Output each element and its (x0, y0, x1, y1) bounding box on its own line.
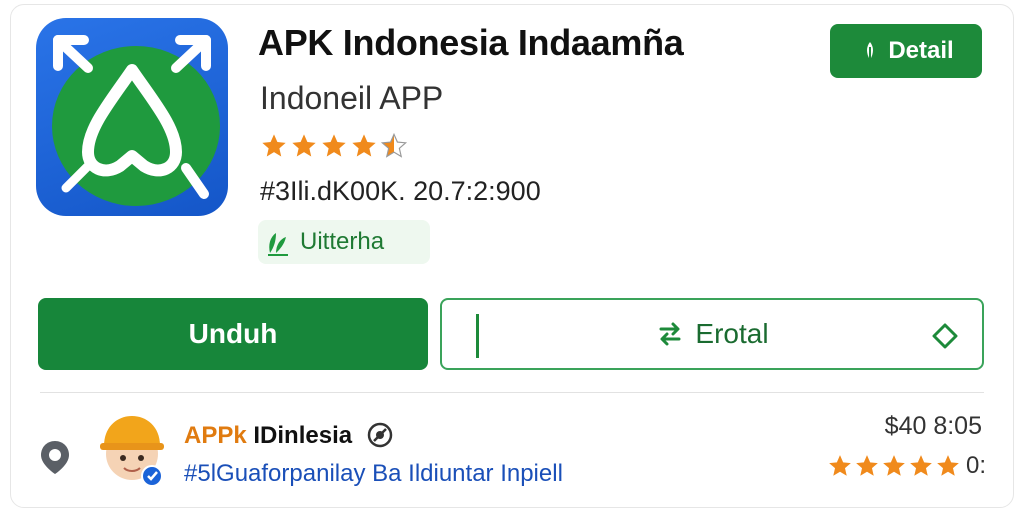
developer-rating: 0: (827, 452, 986, 480)
star-icon (829, 455, 851, 476)
star-icon (856, 455, 878, 476)
app-title: APK Indonesia Indaamña (258, 22, 684, 63)
star-icon (262, 134, 286, 157)
location-pin-icon[interactable] (36, 438, 74, 476)
detail-button-label: Detail (888, 37, 954, 64)
swap-icon (659, 322, 681, 346)
app-rating (260, 132, 408, 160)
divider (40, 392, 984, 393)
developer-name-main: IDinlesia (253, 422, 353, 449)
star-icon (352, 134, 376, 157)
text-cursor (476, 314, 479, 358)
secondary-button[interactable]: Erotal (440, 298, 984, 370)
developer-name[interactable]: APPk IDinlesia (184, 422, 393, 450)
status-badge: Uitterha (258, 220, 430, 264)
download-button-label: Unduh (188, 318, 278, 349)
verified-leaf-icon (268, 233, 288, 256)
avatar[interactable] (96, 410, 168, 486)
app-meta: #3Ili.dK00K. 20.7:2:900 (260, 176, 541, 206)
star-icon (910, 455, 932, 476)
leaf-icon (867, 42, 874, 60)
star-icon (322, 134, 346, 157)
developer-rating-value: 0: (965, 452, 986, 479)
star-icon (883, 455, 905, 476)
status-badge-label: Uitterha (300, 228, 385, 255)
verified-icon (367, 422, 393, 448)
detail-button[interactable]: Detail (830, 24, 982, 78)
diamond-icon (932, 323, 958, 349)
app-logo-icon[interactable] (36, 18, 228, 216)
star-icon (937, 455, 959, 476)
developer-name-prefix: APPk (184, 422, 254, 449)
secondary-button-label: Erotal (695, 318, 769, 349)
app-subtitle: Indoneil APP (260, 80, 444, 116)
star-icon (380, 132, 408, 158)
developer-tagline[interactable]: #5lGuaforpanilay Ba Ildiuntar Inpiell (184, 460, 563, 488)
star-icon (292, 134, 316, 157)
price-label: $40 8:05 (884, 412, 982, 440)
download-button[interactable]: Unduh (38, 298, 428, 370)
